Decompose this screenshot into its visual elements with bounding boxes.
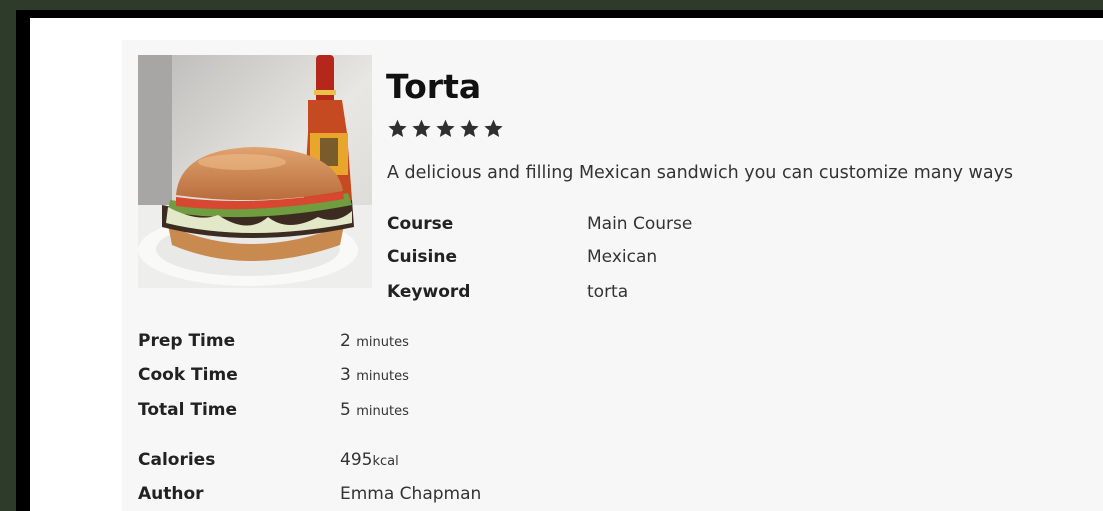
total-time-unit: minutes <box>356 404 409 419</box>
cook-time-value: 3 minutes <box>340 365 409 385</box>
cook-time-label: Cook Time <box>138 365 238 385</box>
calories-number: 495 <box>340 450 373 470</box>
total-time-number: 5 <box>340 400 351 420</box>
total-time-label: Total Time <box>138 400 238 420</box>
calories-unit: kcal <box>372 454 399 469</box>
author-value: Emma Chapman <box>340 484 482 504</box>
rating-stars[interactable] <box>386 118 505 140</box>
torta-sandwich-photo <box>138 55 372 288</box>
prep-time-unit: minutes <box>356 335 409 350</box>
star-icon[interactable] <box>458 118 481 140</box>
recipe-image <box>138 55 372 288</box>
keyword-label: Keyword <box>387 282 471 302</box>
course-value: Main Course <box>587 214 693 234</box>
total-time-value: 5 minutes <box>340 400 409 420</box>
star-icon[interactable] <box>434 118 457 140</box>
calories-value: 495kcal <box>340 450 399 470</box>
keyword-value: torta <box>587 282 629 302</box>
recipe-summary: A delicious and filling Mexican sandwich… <box>387 163 1014 183</box>
star-icon[interactable] <box>482 118 505 140</box>
recipe-title: Torta <box>386 67 482 106</box>
cuisine-label: Cuisine <box>387 247 457 267</box>
course-label: Course <box>387 214 454 234</box>
cuisine-value: Mexican <box>587 247 658 267</box>
star-icon[interactable] <box>386 118 409 140</box>
prep-time-label: Prep Time <box>138 331 236 351</box>
prep-time-value: 2 minutes <box>340 331 409 351</box>
cook-time-number: 3 <box>340 365 351 385</box>
author-label: Author <box>138 484 204 504</box>
cook-time-unit: minutes <box>356 369 409 384</box>
star-icon[interactable] <box>410 118 433 140</box>
calories-label: Calories <box>138 450 216 470</box>
prep-time-number: 2 <box>340 331 351 351</box>
